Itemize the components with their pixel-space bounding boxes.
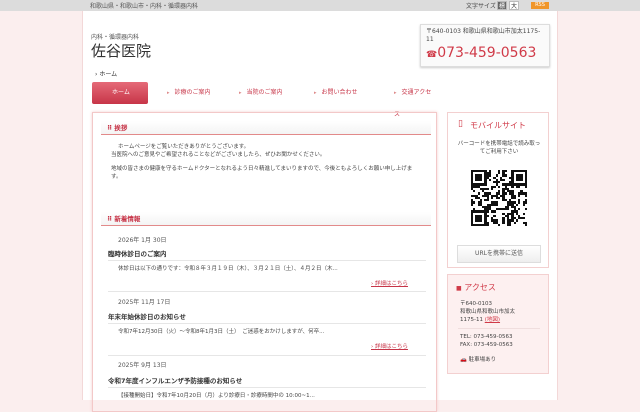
square-icon: ■: [456, 285, 462, 292]
nav-home[interactable]: ホーム: [92, 82, 148, 104]
font-normal-button[interactable]: 標: [497, 1, 507, 10]
access-addr1: 和歌山県和歌山市加太: [460, 309, 516, 315]
access-addr2: 1175-11: [460, 317, 483, 323]
phone-number: 073-459-0563: [437, 45, 537, 61]
news-heading: ⠿ 新着情報: [101, 212, 431, 226]
news-date: 2025年 9月 13日: [118, 362, 167, 369]
site-title[interactable]: 佐谷医院: [91, 40, 151, 61]
news-title[interactable]: 臨時休診日のご案内: [108, 248, 167, 258]
breadcrumb-home[interactable]: ホーム: [99, 71, 117, 78]
car-icon: 🚗: [460, 357, 467, 363]
contact-box: 〒640-0103 和歌山県和歌山市加太1175-11 ☎073-459-056…: [420, 24, 550, 67]
main-content: ⠿ 挨拶 ホームページをご覧いただきありがとうございます。 当医院へのご意見やご…: [92, 112, 437, 412]
parking-info: 駐車場あり: [468, 357, 497, 363]
news-date: 2025年 11月 17日: [118, 299, 171, 306]
greeting-heading: ⠿ 挨拶: [101, 121, 431, 135]
access-tel: TEL: 073-459-0563: [460, 334, 513, 340]
font-large-button[interactable]: 大: [509, 1, 519, 10]
news-excerpt: 休診日は以下の通りです：令和８年３月１９日（木）、３月２１日（土）、４月２日（木…: [118, 266, 338, 272]
mobile-desc: バーコードを携帯電話で読み取ってご利用下さい: [457, 141, 541, 155]
access-fax: FAX: 073-459-0563: [460, 342, 513, 348]
access-postal: 〒640-0103: [460, 301, 492, 307]
address: 〒640-0103 和歌山県和歌山市加太1175-11: [426, 28, 541, 43]
main-nav: ホーム 診療のご案内 当院のご案内 お問い合わせ 交通アクセス: [92, 82, 437, 118]
nav-contact[interactable]: お問い合わせ: [314, 82, 358, 104]
news-excerpt: 【接種開始日】令和7年10月20日（月）より診療日・診療時間中の 10:00~1…: [118, 393, 315, 399]
access-box: ■ アクセス 〒640-0103 和歌山県和歌山市加太 1175-11 (地図)…: [447, 274, 549, 374]
news-more-link[interactable]: › 詳細はこちら: [371, 342, 408, 350]
greeting-p2: 当医院へのご意見やご希望されることなどがございましたら、ぜひお聞かせください。: [111, 152, 326, 158]
qr-code: [471, 170, 527, 226]
breadcrumb: › ホーム: [95, 71, 118, 78]
greeting-p3: 地域の皆さまの健康を守るホームドクターとなれるよう日々精進してまいりますので、今…: [111, 166, 413, 180]
mobile-phone-icon: ▯: [458, 119, 463, 129]
font-size-label: 文字サイズ: [466, 3, 496, 10]
news-date: 2026年 1月 30日: [118, 237, 167, 244]
phone-icon: ☎: [426, 50, 438, 60]
send-url-button[interactable]: URLを携帯に送信: [457, 245, 541, 263]
mobile-site-box: ▯ モバイルサイト バーコードを携帯電話で読み取ってご利用下さい URLを携帯に…: [447, 112, 549, 268]
nav-about[interactable]: 当院のご案内: [239, 82, 283, 104]
news-title[interactable]: 年末年始休診日のお知らせ: [108, 311, 186, 321]
region-breadcrumb: 和歌山県・和歌山市・内科・循環器内科: [90, 3, 199, 10]
news-title[interactable]: 令和7年度インフルエンザ予防接種のお知らせ: [108, 375, 242, 385]
nav-medical[interactable]: 診療のご案内: [167, 82, 211, 104]
mobile-heading: モバイルサイト: [470, 121, 526, 130]
news-excerpt: 令和7年12月30日（火）～令和8年1月3日（土） ご迷惑をおかけしますが、何卒…: [118, 329, 325, 335]
news-more-link[interactable]: › 詳細はこちら: [371, 279, 408, 287]
top-bar: 和歌山県・和歌山市・内科・循環器内科 文字サイズ 標 大 RSS: [0, 0, 640, 11]
nav-access[interactable]: 交通アクセス: [394, 82, 437, 118]
greeting-p1: ホームページをご覧いただきありがとうございます。: [118, 144, 250, 150]
access-heading: ■ アクセス: [456, 283, 496, 292]
map-link[interactable]: (地図): [485, 317, 500, 323]
rss-button[interactable]: RSS: [531, 2, 549, 9]
